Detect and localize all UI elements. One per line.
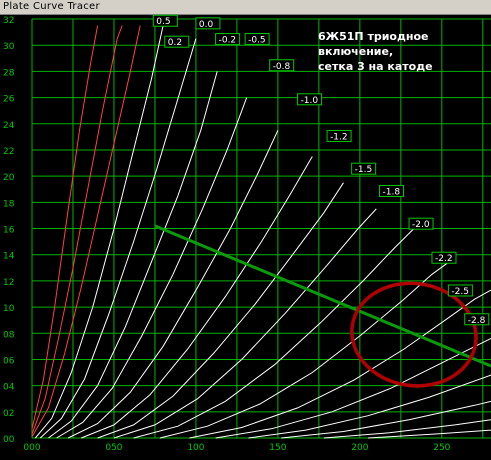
plate-curve xyxy=(368,429,491,439)
title-bar: Plate Curve Tracer xyxy=(0,0,491,15)
y-tick-label: 22 xyxy=(3,147,14,157)
curve-label: 0.5 xyxy=(156,17,170,27)
y-tick-label: 20 xyxy=(3,173,15,183)
plate-curve xyxy=(215,338,491,439)
curve-label: -1.8 xyxy=(383,187,401,197)
chart-title-line: сетка 3 на катоде xyxy=(318,60,433,73)
curve-label: -0.8 xyxy=(273,62,291,72)
window-title: Plate Curve Tracer xyxy=(3,1,100,12)
curve-label: -2.8 xyxy=(468,316,486,326)
plate-curve xyxy=(31,25,123,435)
y-tick-label: 08 xyxy=(3,330,15,340)
plate-curve xyxy=(189,289,491,439)
plate-curve-tracer-window: Plate Curve Tracer 0.5 0.2 0.0 -0.2 -0.5 -0.8… xyxy=(0,0,491,460)
x-tick-label: 200 xyxy=(351,443,368,453)
curve-label: -0.5 xyxy=(248,36,266,46)
plate-curve xyxy=(97,182,344,439)
y-tick-label: 28 xyxy=(3,68,15,78)
y-tick-label: 10 xyxy=(3,304,15,314)
curve-label: 0.2 xyxy=(168,38,182,48)
y-tick-label: 14 xyxy=(3,252,15,262)
curve-label: -1.2 xyxy=(330,132,348,142)
load-line xyxy=(154,224,491,368)
y-tick-label: 32 xyxy=(3,16,14,26)
curve-label: -2.5 xyxy=(451,287,469,297)
y-tick-label: 30 xyxy=(3,42,15,52)
plate-curve xyxy=(56,97,248,439)
x-tick-label: 100 xyxy=(187,443,204,453)
plate-curve xyxy=(34,25,164,439)
curve-label: -2.0 xyxy=(412,220,430,230)
curve-label: 0.0 xyxy=(199,20,214,30)
y-tick-label: 18 xyxy=(3,199,15,209)
x-tick-label: 050 xyxy=(105,443,122,453)
x-tick-label: 000 xyxy=(23,443,40,453)
y-tick-label: 04 xyxy=(3,383,15,393)
curve-label: -2.2 xyxy=(435,254,453,264)
x-tick-label: 250 xyxy=(433,443,450,453)
chart-title: 6Ж51П триодное включение, сетка 3 на катод… xyxy=(318,30,433,73)
y-tick-label: 12 xyxy=(3,278,14,288)
curve-label: -1.5 xyxy=(355,165,373,175)
y-tick-label: 06 xyxy=(3,356,15,366)
y-tick-label: 26 xyxy=(3,95,15,105)
load-line-layer xyxy=(154,224,491,388)
plate-curve xyxy=(31,25,99,429)
x-tick-label: 150 xyxy=(269,443,286,453)
y-tick-label: 24 xyxy=(3,121,15,131)
y-tick-label: 00 xyxy=(3,435,15,445)
chart-title-line: 6Ж51П триодное xyxy=(318,30,428,43)
curve-label: -0.2 xyxy=(219,36,237,46)
plate-curves xyxy=(31,25,491,439)
curve-label: -1.0 xyxy=(301,96,319,106)
y-tick-label: 02 xyxy=(3,409,14,419)
chart-title-line: включение, xyxy=(318,45,393,58)
plate-curve-chart: 0.5 0.2 0.0 -0.2 -0.5 -0.8 -1.0 -1.2 -1.5 -1.8 -2.… xyxy=(3,14,491,453)
plate-curve xyxy=(113,208,377,439)
plate-curve xyxy=(248,374,491,439)
y-tick-label: 16 xyxy=(3,226,15,236)
